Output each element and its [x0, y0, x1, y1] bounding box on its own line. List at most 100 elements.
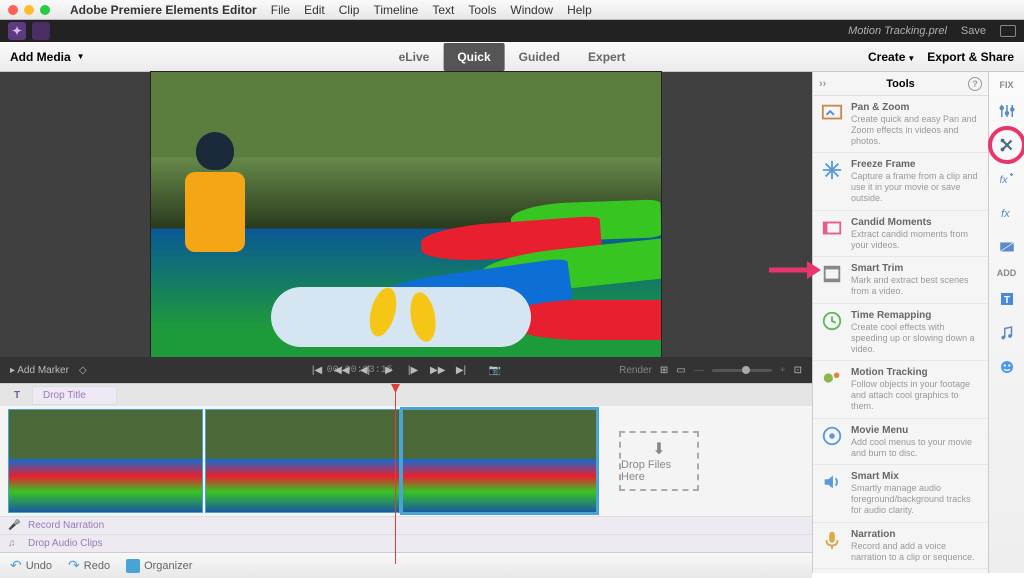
snapshot-button[interactable]: 📷	[488, 365, 502, 376]
tab-quick[interactable]: Quick	[443, 43, 504, 71]
tool-freeze-frame[interactable]: Freeze FrameCapture a frame from a clip …	[813, 153, 988, 210]
menu-window[interactable]: Window	[510, 3, 553, 17]
tab-elive[interactable]: eLive	[385, 43, 444, 71]
applied-effects-button[interactable]: fx	[993, 165, 1021, 193]
playhead[interactable]	[395, 384, 396, 564]
frame-back-button[interactable]: ◀|	[358, 365, 372, 376]
app-titlebar: ✦ Motion Tracking.prel Save	[0, 20, 1024, 42]
tool-pan-zoom[interactable]: Pan & ZoomCreate quick and easy Pan and …	[813, 96, 988, 153]
safe-margins-icon[interactable]: ▭	[676, 365, 685, 376]
drop-files-label: Drop Files Here	[621, 459, 697, 483]
step-back-button[interactable]: ◀◀	[334, 365, 348, 376]
download-icon: ⬇	[652, 439, 665, 459]
tab-guided[interactable]: Guided	[505, 43, 574, 71]
tab-expert[interactable]: Expert	[574, 43, 639, 71]
frame-forward-button[interactable]: |▶	[406, 365, 420, 376]
fullscreen-icon[interactable]	[1000, 25, 1016, 37]
window-controls	[8, 5, 50, 15]
menu-timeline[interactable]: Timeline	[373, 3, 418, 17]
clip-thumbnail[interactable]	[205, 409, 400, 513]
narration-track[interactable]: 🎤Record Narration	[0, 516, 812, 534]
video-track[interactable]: ⬇ Drop Files Here	[0, 406, 812, 516]
titles-button[interactable]: T	[993, 285, 1021, 313]
app-sub-icon[interactable]	[32, 22, 50, 40]
tool-candid-moments[interactable]: Candid MomentsExtract candid moments fro…	[813, 211, 988, 258]
strip-fix-label: FIX	[999, 80, 1013, 90]
panel-title: Tools	[886, 78, 915, 90]
organizer-button[interactable]: Organizer	[126, 559, 192, 573]
menu-help[interactable]: Help	[567, 3, 592, 17]
dropdown-icon: ▼	[77, 52, 85, 61]
transitions-button[interactable]	[993, 233, 1021, 261]
step-forward-button[interactable]: ▶▶	[430, 365, 444, 376]
create-button[interactable]: Create▼	[868, 50, 915, 64]
add-media-label: Add Media	[10, 50, 71, 64]
adjust-button[interactable]	[993, 97, 1021, 125]
menu-edit[interactable]: Edit	[304, 3, 325, 17]
title-track-icon[interactable]: T	[8, 390, 26, 401]
document-name: Motion Tracking.prel	[848, 25, 947, 37]
app-name-menu[interactable]: Adobe Premiere Elements Editor	[70, 3, 257, 17]
tool-motion-tracking[interactable]: Motion TrackingFollow objects in your fo…	[813, 361, 988, 418]
video-monitor[interactable]	[0, 72, 812, 357]
svg-text:T: T	[1004, 295, 1010, 306]
graphics-button[interactable]	[993, 353, 1021, 381]
music-icon: ♫	[8, 538, 22, 549]
menu-clip[interactable]: Clip	[339, 3, 360, 17]
macos-menubar: Adobe Premiere Elements Editor File Edit…	[0, 0, 1024, 20]
organizer-icon	[126, 559, 140, 573]
strip-add-label: ADD	[997, 268, 1017, 278]
tool-movie-menu[interactable]: Movie MenuAdd cool menus to your movie a…	[813, 419, 988, 466]
save-button[interactable]: Save	[961, 25, 986, 37]
menu-text[interactable]: Text	[432, 3, 454, 17]
tools-strip-button[interactable]	[993, 131, 1021, 159]
export-share-button[interactable]: Export & Share	[927, 50, 1014, 64]
tool-smart-trim[interactable]: Smart TrimMark and extract best scenes f…	[813, 257, 988, 304]
snowflake-icon	[821, 159, 843, 181]
timeline: T Drop Title ⬇ Drop Files Here 🎤Record N…	[0, 383, 812, 578]
redo-icon: ↷	[68, 557, 80, 574]
right-icon-strip: FIX fx fx ADD T	[988, 72, 1024, 573]
goto-end-button[interactable]: ▶|	[454, 365, 468, 376]
pan-zoom-icon	[821, 102, 843, 124]
main-toolbar: Add Media ▼ eLive Quick Guided Expert Cr…	[0, 42, 1024, 72]
svg-text:fx: fx	[999, 174, 1008, 186]
render-button[interactable]: Render	[619, 365, 652, 376]
loop-icon[interactable]: ⊞	[660, 365, 668, 376]
audio-track[interactable]: ♫Drop Audio Clips	[0, 534, 812, 552]
playback-bar: ▸ Add Marker ◇ 00:00:03:15 |◀ ◀◀ ◀| ▶ |▶…	[0, 357, 812, 383]
dropdown-icon: ▼	[907, 54, 915, 63]
add-marker-button[interactable]: ▸ Add Marker	[10, 365, 69, 376]
menu-file[interactable]: File	[271, 3, 290, 17]
goto-start-button[interactable]: |◀	[310, 365, 324, 376]
minimize-window-button[interactable]	[24, 5, 34, 15]
play-button[interactable]: ▶	[382, 365, 396, 376]
svg-text:fx: fx	[1001, 208, 1010, 220]
clip-thumbnail[interactable]	[8, 409, 203, 513]
fit-icon[interactable]: ⊡	[794, 365, 802, 376]
undo-icon: ↶	[10, 557, 22, 574]
tool-narration[interactable]: NarrationRecord and add a voice narratio…	[813, 523, 988, 570]
tool-time-remapping[interactable]: Time RemappingCreate cool effects with s…	[813, 304, 988, 361]
filmstrip-icon	[821, 217, 843, 239]
drop-title-track[interactable]: Drop Title	[32, 386, 117, 405]
collapse-panel-icon[interactable]: ››	[819, 78, 826, 90]
tools-panel: ›› Tools ? Pan & ZoomCreate quick and ea…	[812, 72, 988, 573]
clip-thumbnail[interactable]	[402, 409, 597, 513]
undo-button[interactable]: ↶Undo	[10, 557, 52, 574]
tool-smart-mix[interactable]: Smart MixSmartly manage audio foreground…	[813, 465, 988, 522]
drop-files-target[interactable]: ⬇ Drop Files Here	[619, 431, 699, 491]
redo-button[interactable]: ↷Redo	[68, 557, 110, 574]
menu-tools[interactable]: Tools	[468, 3, 496, 17]
help-icon[interactable]: ?	[968, 77, 982, 91]
zoom-slider[interactable]	[712, 369, 772, 372]
close-window-button[interactable]	[8, 5, 18, 15]
music-button[interactable]	[993, 319, 1021, 347]
zoom-window-button[interactable]	[40, 5, 50, 15]
app-logo-icon: ✦	[8, 22, 26, 40]
marker-icon[interactable]: ◇	[79, 365, 87, 376]
mic-icon: 🎤	[8, 520, 22, 531]
add-media-button[interactable]: Add Media ▼	[10, 50, 85, 64]
workspace-tabs: eLive Quick Guided Expert	[385, 43, 640, 71]
effects-button[interactable]: fx	[993, 199, 1021, 227]
